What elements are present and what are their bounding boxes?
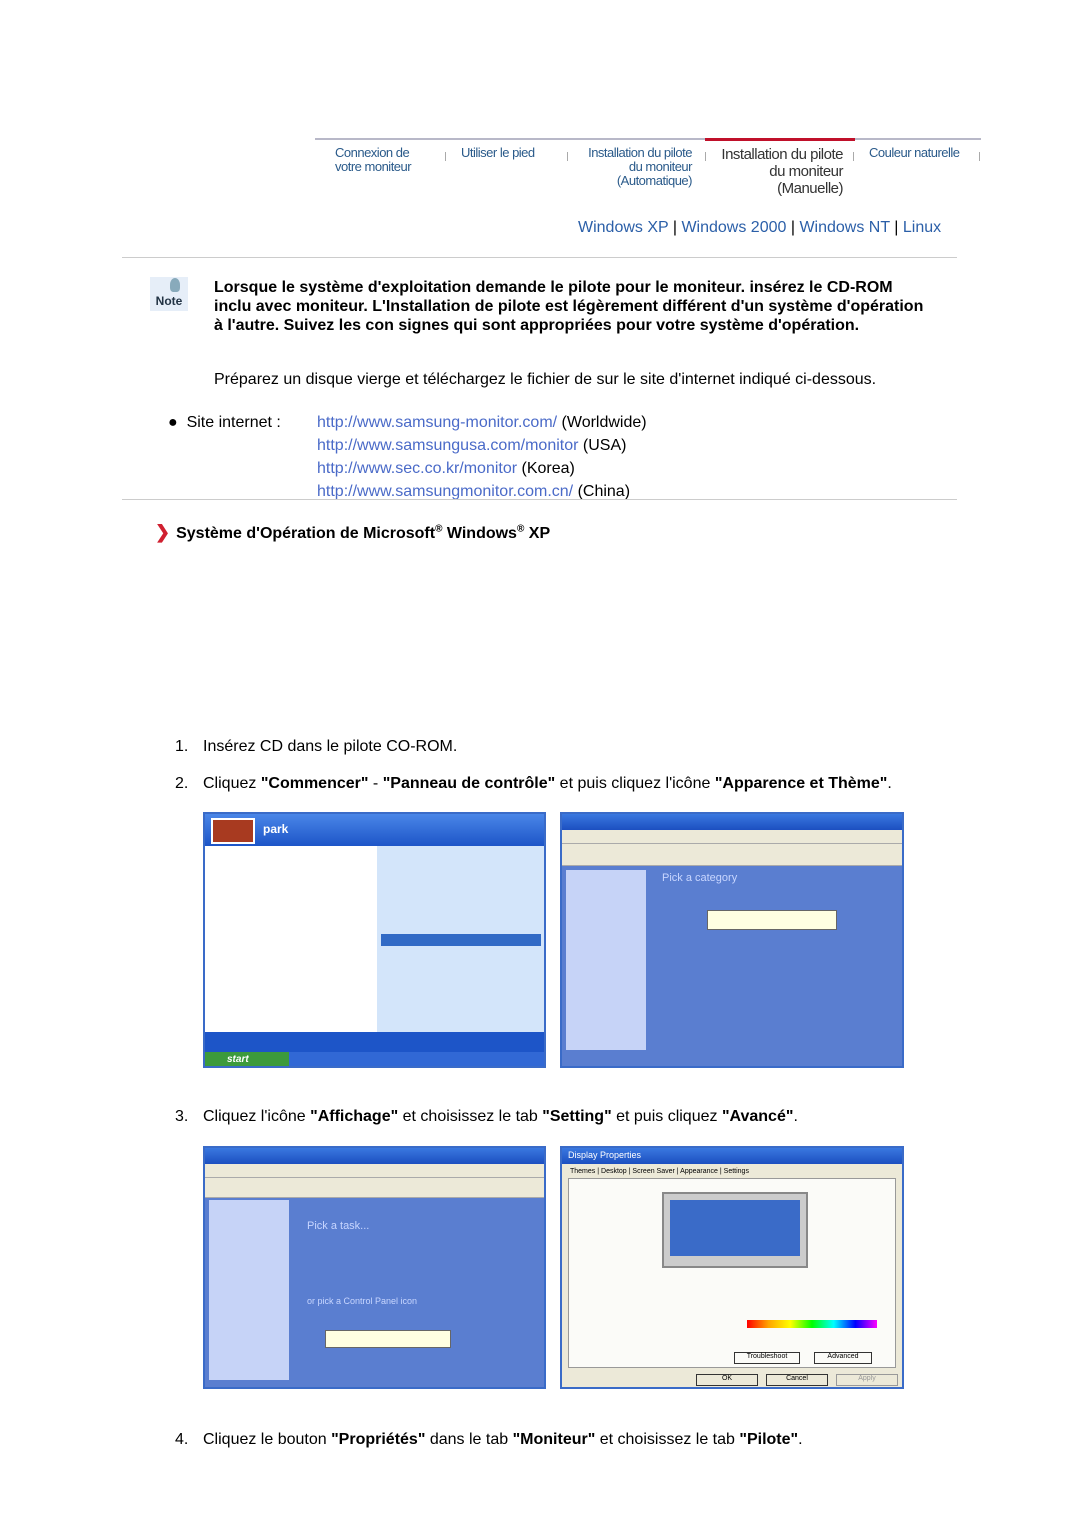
link-linux[interactable]: Linux: [903, 219, 941, 236]
step-text: et choisissez le tab: [595, 1431, 740, 1448]
step-text: -: [368, 775, 383, 792]
step-keyword: "Avancé": [721, 1108, 794, 1125]
site-link[interactable]: http://www.samsung-monitor.com/: [317, 414, 557, 431]
link-windows-nt[interactable]: Windows NT: [799, 219, 889, 236]
nav-item-connexion[interactable]: Connexion de votre moniteur: [335, 146, 435, 174]
divider: [122, 257, 957, 258]
divider: [122, 499, 957, 500]
step-keyword: "Apparence et Thème": [714, 775, 888, 792]
section-heading: ❯ Système d'Opération de Microsoft® Windo…: [155, 522, 551, 542]
step-text: Cliquez le bouton: [203, 1431, 332, 1448]
nav-separator: [853, 152, 854, 161]
step-text: Cliquez l'icône: [203, 1108, 311, 1125]
site-region: (Worldwide): [561, 414, 647, 431]
step-keyword: "Moniteur": [512, 1431, 596, 1448]
step-number: 3.: [175, 1108, 189, 1125]
step-keyword: "Affichage": [310, 1108, 399, 1125]
step-text: .: [798, 1431, 803, 1448]
site-region: (Korea): [521, 460, 575, 477]
site-link[interactable]: http://www.sec.co.kr/monitor: [317, 460, 517, 477]
step-text: .: [887, 775, 892, 792]
step-text: Insérez CD dans le pilote CO-ROM.: [203, 738, 458, 755]
start-button: start: [205, 1052, 289, 1066]
step-keyword: "Panneau de contrôle": [382, 775, 556, 792]
nav-separator: [567, 152, 568, 161]
site-link[interactable]: http://www.samsungusa.com/monitor: [317, 437, 578, 454]
step-keyword: "Setting": [542, 1108, 612, 1125]
step-1: 1. Insérez CD dans le pilote CO-ROM.: [175, 738, 457, 756]
site-region: (USA): [582, 437, 627, 454]
os-links: Windows XP | Windows 2000 | Windows NT |…: [578, 219, 942, 236]
nav-item-pied[interactable]: Utiliser le pied: [461, 146, 535, 160]
step-keyword: "Pilote": [739, 1431, 799, 1448]
note-icon: Note: [150, 277, 188, 311]
display-tabs: Themes | Desktop | Screen Saver | Appear…: [570, 1168, 749, 1175]
step-3: 3. Cliquez l'icône "Affichage" et choisis…: [175, 1108, 798, 1126]
step-text: Cliquez: [203, 775, 261, 792]
step-text: dans le tab: [425, 1431, 513, 1448]
site-label: Site internet :: [186, 414, 281, 431]
nav-separator: [979, 152, 980, 161]
step-4: 4. Cliquez le bouton "Propriétés" dans le…: [175, 1431, 803, 1449]
link-windows-xp[interactable]: Windows XP: [578, 219, 668, 236]
step-keyword: "Commencer": [260, 775, 369, 792]
step-text: .: [793, 1108, 798, 1125]
note-text: Lorsque le système d'exploitation demand…: [214, 279, 924, 334]
nav-separator: [445, 152, 446, 161]
step-number: 4.: [175, 1431, 189, 1448]
chevron-right-icon: ❯: [155, 522, 171, 542]
step-text: et choisissez le tab: [398, 1108, 543, 1125]
screenshot-appearance-themes: Pick a task... or pick a Control Panel i…: [203, 1146, 546, 1389]
step-keyword: "Propriétés": [331, 1431, 426, 1448]
step-2: 2. Cliquez "Commencer" - "Panneau de cont…: [175, 775, 892, 793]
step-text: et puis cliquez: [611, 1108, 722, 1125]
screenshot-start-menu: park start: [203, 812, 546, 1068]
step-number: 2.: [175, 775, 189, 792]
active-tab-indicator: [705, 138, 855, 141]
top-nav: Connexion de votre moniteur Utiliser le …: [315, 138, 981, 202]
nav-item-auto[interactable]: Installation du pilote du moniteur (Auto…: [577, 146, 692, 188]
prepare-text: Préparez un disque vierge et téléchargez…: [214, 371, 877, 388]
step-text: et puis cliquez l'icône: [555, 775, 715, 792]
screenshot-display-properties: Display Properties Themes | Desktop | Sc…: [560, 1146, 904, 1389]
site-link[interactable]: http://www.samsungmonitor.com.cn/: [317, 483, 573, 500]
nav-item-couleur[interactable]: Couleur naturelle: [869, 146, 960, 160]
link-windows-2000[interactable]: Windows 2000: [681, 219, 786, 236]
nav-item-manuelle[interactable]: Installation du pilote du moniteur (Manu…: [715, 146, 843, 197]
step-number: 1.: [175, 738, 189, 755]
nav-separator: [705, 152, 706, 161]
bullet: ●: [168, 414, 187, 431]
site-region: (China): [577, 483, 631, 500]
screenshot-control-panel: Pick a category: [560, 812, 904, 1068]
